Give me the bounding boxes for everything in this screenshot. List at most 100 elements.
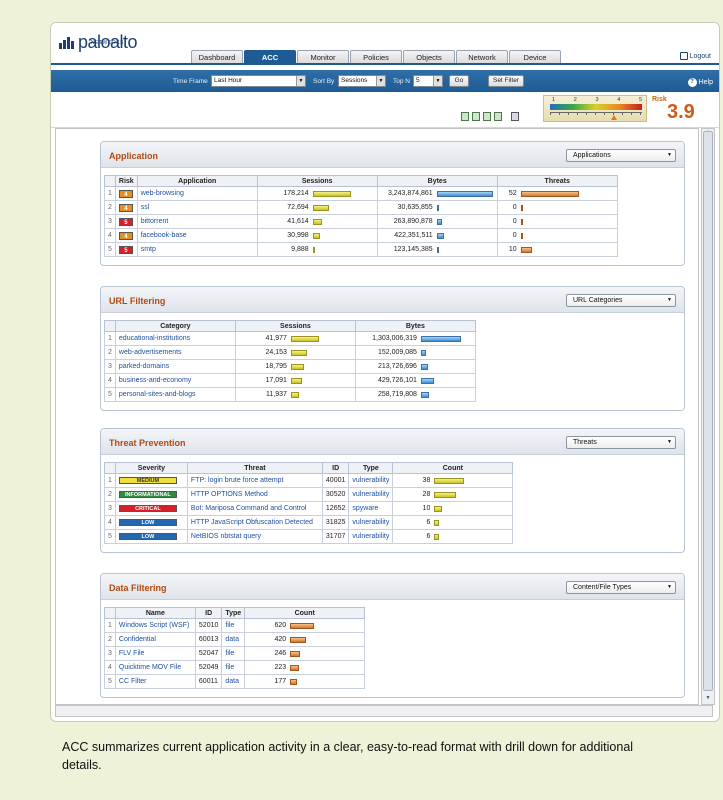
column-header[interactable]: Application (136, 175, 258, 187)
table-row[interactable]: 2 web-advertisements 24,153 152,009,085 (104, 345, 476, 360)
threat-prevention-panel: Threat Prevention Threats ▼ Severity Thre… (100, 428, 685, 553)
column-header[interactable]: Count (392, 462, 514, 474)
category-link[interactable]: educational-institutions (114, 331, 236, 346)
threat-type-link[interactable]: vulnerability (348, 473, 394, 488)
column-header[interactable]: ID (194, 607, 223, 619)
threat-type-link[interactable]: spyware (348, 501, 394, 516)
threat-link[interactable]: HTTP OPTIONS Method (186, 487, 323, 502)
threat-type-link[interactable]: vulnerability (348, 515, 394, 530)
data-filtering-panel: Data Filtering Content/File Types ▼ Name… (100, 573, 685, 698)
column-header[interactable]: Severity (114, 462, 188, 474)
tab-policies[interactable]: Policies (350, 50, 402, 64)
url-view-select[interactable]: URL Categories ▼ (566, 294, 676, 307)
data-pattern-link[interactable]: CC Filter (114, 674, 196, 689)
data-pattern-link[interactable]: Windows Script (WSF) (114, 618, 196, 633)
scroll-thumb[interactable] (703, 131, 713, 691)
application-link[interactable]: facebook-base (136, 228, 258, 243)
table-row[interactable]: 3 5 bittorrent 41,614 263,890,878 0 (104, 214, 618, 229)
scroll-down-icon[interactable]: ▼ (704, 695, 712, 703)
tab-objects[interactable]: Objects (403, 50, 455, 64)
threat-type-link[interactable]: vulnerability (348, 487, 394, 502)
category-link[interactable]: personal-sites-and-blogs (114, 387, 236, 402)
horizontal-scrollbar[interactable] (55, 705, 713, 717)
export-pdf-icon[interactable] (461, 112, 469, 121)
table-row[interactable]: 4 Quicktime MOV File 52049 file 223 (104, 660, 366, 675)
export-xml-icon[interactable] (483, 112, 491, 121)
category-link[interactable]: web-advertisements (114, 345, 236, 360)
column-header[interactable]: Bytes (376, 175, 498, 187)
category-link[interactable]: business-and-economy (114, 373, 236, 388)
copy-icon[interactable] (494, 112, 502, 121)
table-row[interactable]: 3 FLV File 52047 file 246 (104, 646, 366, 661)
threat-link[interactable]: FTP: login brute force attempt (186, 473, 323, 488)
table-row[interactable]: 1 MEDIUM FTP: login brute force attempt 400… (104, 473, 514, 488)
column-header[interactable]: Threats (496, 175, 618, 187)
vertical-scrollbar[interactable]: ▲ ▼ (701, 128, 715, 705)
tab-dashboard[interactable]: Dashboard (191, 50, 243, 64)
data-pattern-link[interactable]: FLV File (114, 646, 196, 661)
export-csv-icon[interactable] (472, 112, 480, 121)
column-header[interactable]: Threat (186, 462, 323, 474)
value-text: 30,998 (287, 232, 309, 239)
table-row[interactable]: 1 educational-institutions 41,977 1,303,006… (104, 331, 476, 346)
table-row[interactable]: 3 CRITICAL Bot: Mariposa Command and Contr… (104, 501, 514, 516)
table-row[interactable]: 5 personal-sites-and-blogs 11,937 258,719,8… (104, 387, 476, 402)
data-pattern-link[interactable]: Quicktime MOV File (114, 660, 196, 675)
table-row[interactable]: 4 LOW HTTP JavaScript Obfuscation Detected… (104, 515, 514, 530)
sort-by-select[interactable]: Sessions ▼ (338, 75, 386, 87)
table-row[interactable]: 4 4 facebook-base 30,998 422,351,511 0 (104, 228, 618, 243)
threat-type-link[interactable]: vulnerability (348, 529, 394, 544)
value-bar (420, 391, 429, 398)
table-row[interactable]: 1 4 web-browsing 178,214 3,243,874,861 52 (104, 186, 618, 201)
table-row[interactable]: 5 CC Filter 60011 data 177 (104, 674, 366, 689)
threat-link[interactable]: NetBIOS nbtstat query (186, 529, 323, 544)
logout-link[interactable]: Logout (679, 52, 711, 60)
column-header[interactable]: Type (348, 462, 394, 474)
data-pattern-link[interactable]: Confidential (114, 632, 196, 647)
column-header[interactable]: ID (321, 462, 350, 474)
threat-link[interactable]: HTTP JavaScript Obfuscation Detected (186, 515, 323, 530)
row-number: 4 (104, 228, 116, 243)
column-header[interactable]: Name (114, 607, 196, 619)
application-link[interactable]: web-browsing (136, 186, 258, 201)
table-row[interactable]: 2 4 ssl 72,694 30,635,855 0 (104, 200, 618, 215)
data-type-link[interactable]: file (221, 660, 246, 675)
application-link[interactable]: ssl (136, 200, 258, 215)
column-header[interactable]: Category (114, 320, 236, 332)
application-view-select[interactable]: Applications ▼ (566, 149, 676, 162)
data-type-link[interactable]: data (221, 632, 246, 647)
table-row[interactable]: 5 LOW NetBIOS nbtstat query 31707 vulnerabil… (104, 529, 514, 544)
data-type-link[interactable]: data (221, 674, 246, 689)
table-row[interactable]: 1 Windows Script (WSF) 52010 file 620 (104, 618, 366, 633)
column-header[interactable]: Risk (114, 175, 138, 187)
time-frame-select[interactable]: Last Hour ▼ (211, 75, 306, 87)
data-type-link[interactable]: file (221, 618, 246, 633)
tab-device[interactable]: Device (509, 50, 561, 64)
tab-acc[interactable]: ACC (244, 50, 296, 64)
table-row[interactable]: 3 parked-domains 18,795 213,726,696 (104, 359, 476, 374)
application-link[interactable]: smtp (136, 242, 258, 257)
column-header[interactable]: Type (221, 607, 246, 619)
tab-network[interactable]: Network (456, 50, 508, 64)
column-header[interactable]: Count (244, 607, 366, 619)
application-link[interactable]: bittorrent (136, 214, 258, 229)
column-header[interactable]: Bytes (354, 320, 476, 332)
category-link[interactable]: parked-domains (114, 359, 236, 374)
data-view-select[interactable]: Content/File Types ▼ (566, 581, 676, 594)
column-header[interactable]: Sessions (234, 320, 356, 332)
threat-view-select[interactable]: Threats ▼ (566, 436, 676, 449)
tab-monitor[interactable]: Monitor (297, 50, 349, 64)
set-filter-button[interactable]: Set Filter (488, 75, 524, 87)
help-link[interactable]: ? Help (687, 78, 713, 87)
table-row[interactable]: 2 INFORMATIONAL HTTP OPTIONS Method 30520 vu… (104, 487, 514, 502)
threat-link[interactable]: Bot: Mariposa Command and Control (186, 501, 323, 516)
go-button[interactable]: Go (449, 75, 469, 87)
table-row[interactable]: 5 5 smtp 9,888 123,145,385 10 (104, 242, 618, 257)
data-type-link[interactable]: file (221, 646, 246, 661)
table-row[interactable]: 2 Confidential 60013 data 420 (104, 632, 366, 647)
top-n-select[interactable]: 5 ▼ (413, 75, 443, 87)
column-header[interactable]: Sessions (256, 175, 378, 187)
table-row[interactable]: 4 business-and-economy 17,091 429,726,101 (104, 373, 476, 388)
print-icon[interactable] (511, 112, 519, 121)
row-number: 5 (104, 242, 116, 257)
